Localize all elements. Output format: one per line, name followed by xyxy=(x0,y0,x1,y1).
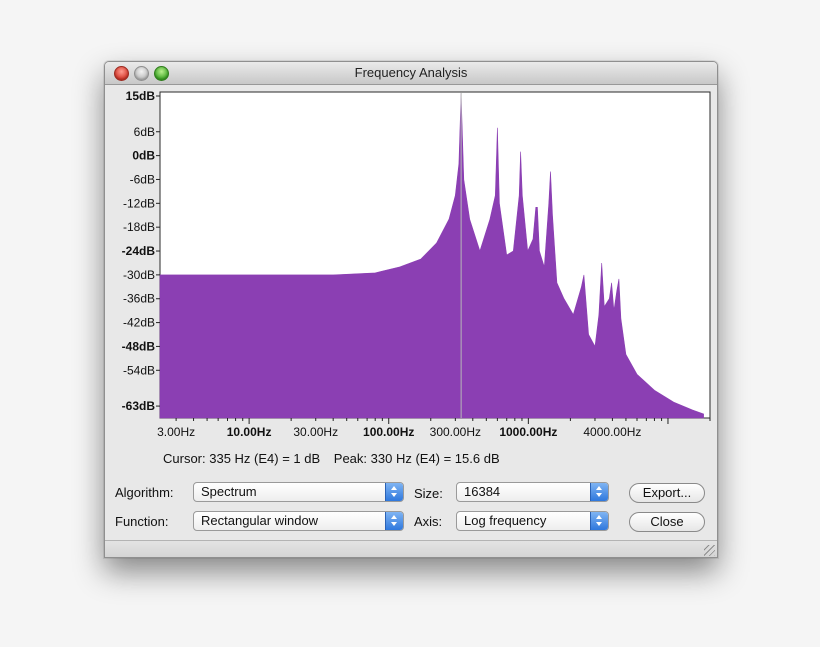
x-tick-label: 100.00Hz xyxy=(363,425,414,439)
x-tick-label: 4000.00Hz xyxy=(583,425,641,439)
y-tick-label: -24dB xyxy=(122,244,156,258)
export-button[interactable]: Export... xyxy=(629,483,705,503)
y-tick-label: 15dB xyxy=(126,89,156,103)
axis-label: Axis: xyxy=(414,514,443,529)
x-tick-label: 1000.00Hz xyxy=(499,425,557,439)
frequency-analysis-window: Frequency Analysis 15dB 6dB 0dB -6dB -12dB -1… xyxy=(104,61,718,558)
size-label: Size: xyxy=(414,486,443,501)
window-title: Frequency Analysis xyxy=(354,65,468,80)
function-value: Rectangular window xyxy=(201,513,319,528)
status-bar xyxy=(105,540,717,557)
size-select-arrows-icon xyxy=(590,483,608,501)
axis-value: Log frequency xyxy=(464,513,547,528)
algorithm-value: Spectrum xyxy=(201,484,257,499)
y-tick-label: 0dB xyxy=(132,149,155,163)
y-tick-label: 6dB xyxy=(134,125,155,139)
cursor-readout: Cursor: 335 Hz (E4) = 1 dB xyxy=(163,451,321,466)
y-tick-label: -36dB xyxy=(123,292,155,306)
function-select[interactable]: Rectangular window xyxy=(193,511,404,531)
size-value: 16384 xyxy=(464,484,501,499)
algorithm-select[interactable]: Spectrum xyxy=(193,482,404,502)
y-tick-label: -6dB xyxy=(130,172,155,186)
y-tick-label: -30dB xyxy=(123,268,155,282)
function-select-arrows-icon xyxy=(385,512,403,530)
x-tick-label: 30.00Hz xyxy=(293,425,338,439)
axis-select[interactable]: Log frequency xyxy=(456,511,609,531)
size-select[interactable]: 16384 xyxy=(456,482,609,502)
axis-select-arrows-icon xyxy=(590,512,608,530)
x-tick-label: 3.00Hz xyxy=(157,425,195,439)
title-bar[interactable]: Frequency Analysis xyxy=(105,62,717,85)
close-button[interactable]: Close xyxy=(629,512,705,532)
function-label: Function: xyxy=(115,514,169,529)
y-tick-label: -18dB xyxy=(123,220,155,234)
y-tick-label: -48dB xyxy=(122,339,156,353)
y-tick-label: -63dB xyxy=(122,399,156,413)
y-tick-label: -54dB xyxy=(123,363,155,377)
x-tick-label: 10.00Hz xyxy=(227,425,272,439)
x-tick-label: 300.00Hz xyxy=(430,425,481,439)
algorithm-select-arrows-icon xyxy=(385,483,403,501)
peak-readout: Peak: 330 Hz (E4) = 15.6 dB xyxy=(333,451,500,466)
algorithm-label: Algorithm: xyxy=(115,485,174,500)
y-tick-label: -12dB xyxy=(123,196,155,210)
y-tick-label: -42dB xyxy=(123,316,155,330)
resize-grip-icon[interactable] xyxy=(704,545,715,556)
readout-line: Cursor: 335 Hz (E4) = 1 dB Peak: 330 Hz … xyxy=(163,451,500,466)
